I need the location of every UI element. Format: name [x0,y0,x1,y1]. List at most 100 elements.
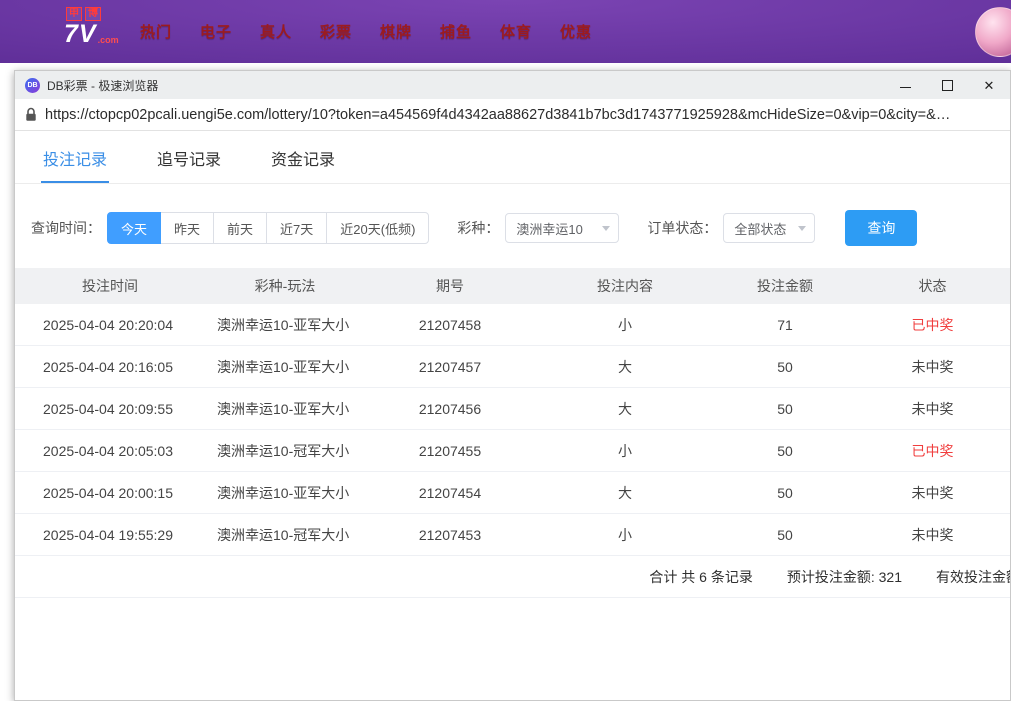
url-text: https://ctopcp02pcali.uengi5e.com/lotter… [45,107,950,123]
cell-issue-number: 21207456 [365,401,535,417]
cell-issue-number: 21207457 [365,359,535,375]
cell-bet-time: 2025-04-04 20:09:55 [15,401,205,417]
lottery-select-value: 澳洲幸运10 [516,219,582,238]
cell-bet-content: 小 [535,441,715,461]
nav-item-2[interactable]: 电子 [186,21,246,42]
cell-game-type: 澳洲幸运10-冠军大小 [205,441,365,461]
logo-main-text: 7V [64,21,97,47]
cell-bet-time: 2025-04-04 20:05:03 [15,443,205,459]
cell-bet-amount: 71 [715,317,855,333]
time-filter-group: 今天昨天前天近7天近20天(低频) [107,212,429,244]
cell-status: 未中奖 [855,525,1010,545]
cell-bet-time: 2025-04-04 20:20:04 [15,317,205,333]
cell-status: 未中奖 [855,399,1010,419]
nav-item-7[interactable]: 体育 [486,21,546,42]
nav-item-8[interactable]: 优惠 [546,21,606,42]
window-titlebar: DB DB彩票 - 极速浏览器 ✕ [15,71,1010,99]
close-icon: ✕ [984,79,995,92]
time-filter-option-1[interactable]: 今天 [107,212,161,244]
minimize-button[interactable] [884,71,926,99]
status-select-value: 全部状态 [734,219,786,238]
nav-item-4[interactable]: 彩票 [306,21,366,42]
filter-bar: 查询时间： 今天昨天前天近7天近20天(低频) 彩种： 澳洲幸运10 订单状态：… [31,210,1010,246]
time-filter-option-2[interactable]: 昨天 [160,212,214,244]
cell-game-type: 澳洲幸运10-冠军大小 [205,525,365,545]
table-row: 2025-04-04 20:20:04澳洲幸运10-亚军大小21207458小7… [15,304,1010,346]
cell-bet-amount: 50 [715,401,855,417]
window-title: DB彩票 - 极速浏览器 [47,77,158,94]
search-button[interactable]: 查询 [845,210,917,246]
time-filter-label: 查询时间： [31,218,101,238]
lottery-filter-label: 彩种： [457,218,499,238]
window-controls: ✕ [884,71,1010,99]
order-status-select[interactable]: 全部状态 [723,213,815,243]
summary-valid-amount: 有效投注金额 [936,567,1011,587]
cell-game-type: 澳洲幸运10-亚军大小 [205,483,365,503]
cell-bet-time: 2025-04-04 20:16:05 [15,359,205,375]
cell-status: 已中奖 [855,441,1010,461]
table-body: 2025-04-04 20:20:04澳洲幸运10-亚军大小21207458小7… [15,304,1010,556]
chevron-down-icon [798,226,806,231]
record-tabs: 投注记录 追号记录 资金记录 [15,131,1010,184]
logo-top-row: 申 博 [66,7,120,21]
minimize-icon [900,87,911,88]
url-bar[interactable]: https://ctopcp02pcali.uengi5e.com/lotter… [15,99,1010,131]
chevron-down-icon [602,226,610,231]
logo-bottom-row: 7V .com [64,21,120,47]
cell-issue-number: 21207453 [365,527,535,543]
table-row: 2025-04-04 20:00:15澳洲幸运10-亚军大小21207454大5… [15,472,1010,514]
site-header: 申 博 7V .com 热门电子真人彩票棋牌捕鱼体育优惠 [0,0,1011,63]
cell-issue-number: 21207454 [365,485,535,501]
table-row: 2025-04-04 20:09:55澳洲幸运10-亚军大小21207456大5… [15,388,1010,430]
maximize-icon [942,80,953,91]
cell-bet-content: 大 [535,483,715,503]
cell-status: 已中奖 [855,315,1010,335]
logo-suffix-text: .com [98,33,119,47]
cell-game-type: 澳洲幸运10-亚军大小 [205,399,365,419]
column-header-5: 投注金额 [715,276,855,296]
table-row: 2025-04-04 20:16:05澳洲幸运10-亚军大小21207457大5… [15,346,1010,388]
bet-records-table: 投注时间彩种-玩法期号投注内容投注金额状态 2025-04-04 20:20:0… [15,268,1010,598]
user-avatar[interactable] [975,7,1011,57]
cell-bet-amount: 50 [715,527,855,543]
column-header-6: 状态 [855,276,1010,296]
nav-item-6[interactable]: 捕鱼 [426,21,486,42]
status-filter-label: 订单状态： [647,218,717,238]
lottery-select[interactable]: 澳洲幸运10 [505,213,619,243]
cell-issue-number: 21207458 [365,317,535,333]
logo-char-1: 申 [66,7,82,21]
cell-bet-content: 小 [535,315,715,335]
time-filter-option-5[interactable]: 近20天(低频) [326,212,429,244]
summary-row: 合计 共 6 条记录 预计投注金额: 321 有效投注金额 [15,556,1010,598]
cell-bet-content: 大 [535,357,715,377]
logo-char-2: 博 [85,7,101,21]
cell-status: 未中奖 [855,483,1010,503]
tab-bet-records[interactable]: 投注记录 [41,131,109,183]
site-nav: 热门电子真人彩票棋牌捕鱼体育优惠 [126,0,606,63]
cell-bet-content: 大 [535,399,715,419]
tab-fund-records[interactable]: 资金记录 [269,131,337,183]
cell-game-type: 澳洲幸运10-亚军大小 [205,357,365,377]
browser-window: DB DB彩票 - 极速浏览器 ✕ https://ctopcp02pcali.… [14,70,1011,701]
nav-item-3[interactable]: 真人 [246,21,306,42]
column-header-1: 投注时间 [15,276,205,296]
cell-bet-content: 小 [535,525,715,545]
close-button[interactable]: ✕ [968,71,1010,99]
cell-bet-time: 2025-04-04 20:00:15 [15,485,205,501]
cell-bet-time: 2025-04-04 19:55:29 [15,527,205,543]
nav-item-5[interactable]: 棋牌 [366,21,426,42]
column-header-2: 彩种-玩法 [205,276,365,296]
nav-item-1[interactable]: 热门 [126,21,186,42]
cell-bet-amount: 50 [715,359,855,375]
summary-expected-amount: 预计投注金额: 321 [787,567,902,587]
lock-icon [25,107,37,122]
summary-count: 合计 共 6 条记录 [649,567,752,587]
maximize-button[interactable] [926,71,968,99]
tab-chase-records[interactable]: 追号记录 [155,131,223,183]
time-filter-option-3[interactable]: 前天 [213,212,267,244]
time-filter-option-4[interactable]: 近7天 [266,212,327,244]
table-row: 2025-04-04 20:05:03澳洲幸运10-冠军大小21207455小5… [15,430,1010,472]
site-logo[interactable]: 申 博 7V .com [64,7,120,47]
cell-status: 未中奖 [855,357,1010,377]
cell-bet-amount: 50 [715,485,855,501]
